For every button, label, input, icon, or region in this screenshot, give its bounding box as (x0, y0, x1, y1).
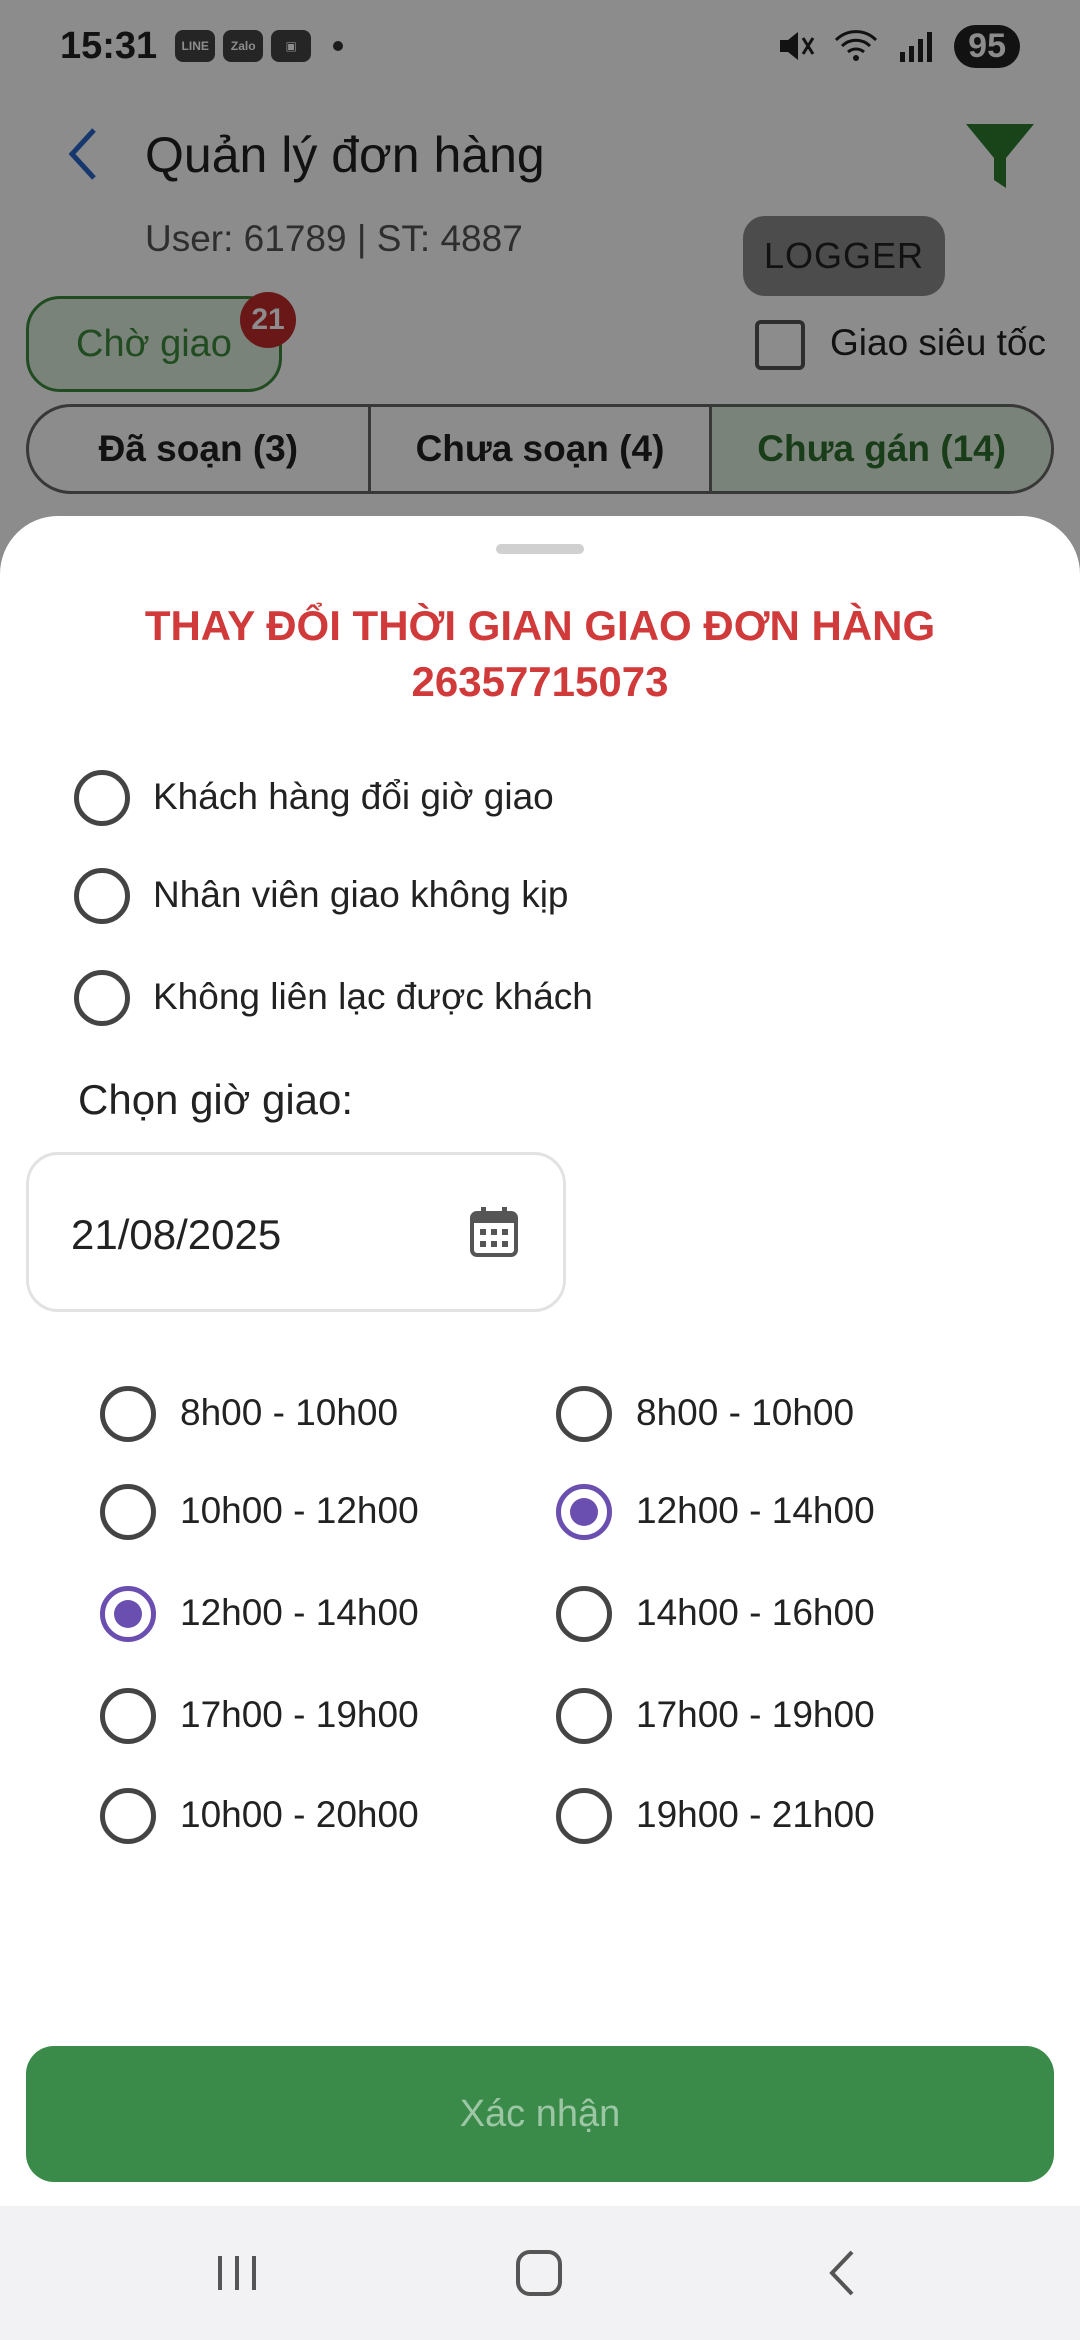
sheet-drag-handle[interactable] (496, 544, 584, 554)
slot-radio-left-5[interactable] (100, 1788, 156, 1844)
slot-label: 10h00 - 12h00 (180, 1490, 419, 1531)
slot-radio-left-4[interactable] (100, 1688, 156, 1744)
system-nav-bar (0, 2206, 1080, 2340)
reason-label: Nhân viên giao không kịp (153, 874, 569, 915)
slot-radio-right-1[interactable] (556, 1386, 612, 1442)
slot-label: 17h00 - 19h00 (636, 1694, 875, 1735)
order-number: 26357715073 (411, 658, 669, 705)
sheet-title-text: THAY ĐỔI THỜI GIAN GIAO ĐƠN HÀNG (144, 602, 936, 649)
reason-label: Khách hàng đổi giờ giao (153, 776, 554, 817)
slot-radio-right-3[interactable] (556, 1586, 612, 1642)
slot-label: 10h00 - 20h00 (180, 1794, 419, 1835)
sheet-title: THAY ĐỔI THỜI GIAN GIAO ĐƠN HÀNG 2635771… (0, 598, 1080, 710)
slot-radio-right-5[interactable] (556, 1788, 612, 1844)
slot-radio-left-1[interactable] (100, 1386, 156, 1442)
reason-radio-no-contact[interactable] (74, 970, 130, 1026)
change-delivery-time-sheet: THAY ĐỔI THỜI GIAN GIAO ĐƠN HÀNG 2635771… (0, 516, 1080, 2206)
slot-label: 17h00 - 19h00 (180, 1694, 419, 1735)
choose-time-label: Chọn giờ giao: (78, 1076, 354, 1123)
slot-label: 19h00 - 21h00 (636, 1794, 875, 1835)
slot-label: 8h00 - 10h00 (180, 1392, 399, 1433)
date-picker-field[interactable]: 21/08/2025 (26, 1152, 566, 1312)
slot-label: 12h00 - 14h00 (636, 1490, 875, 1531)
slot-label: 12h00 - 14h00 (180, 1592, 419, 1633)
date-value: 21/08/2025 (71, 1211, 282, 1258)
slot-label: 8h00 - 10h00 (636, 1392, 855, 1433)
slot-radio-right-4[interactable] (556, 1688, 612, 1744)
recent-apps-icon[interactable] (202, 2238, 272, 2308)
slot-radio-left-2[interactable] (100, 1484, 156, 1540)
calendar-icon[interactable] (469, 1205, 519, 1259)
slot-label: 14h00 - 16h00 (636, 1592, 875, 1633)
reason-radio-staff-late[interactable] (74, 868, 130, 924)
slot-radio-left-3[interactable] (100, 1586, 156, 1642)
confirm-button[interactable]: Xác nhận (26, 2046, 1054, 2182)
reason-label: Không liên lạc được khách (153, 976, 593, 1017)
slot-radio-right-2[interactable] (556, 1484, 612, 1540)
reason-radio-customer-change[interactable] (74, 770, 130, 826)
home-icon[interactable] (504, 2238, 574, 2308)
back-nav-icon[interactable] (808, 2238, 878, 2308)
